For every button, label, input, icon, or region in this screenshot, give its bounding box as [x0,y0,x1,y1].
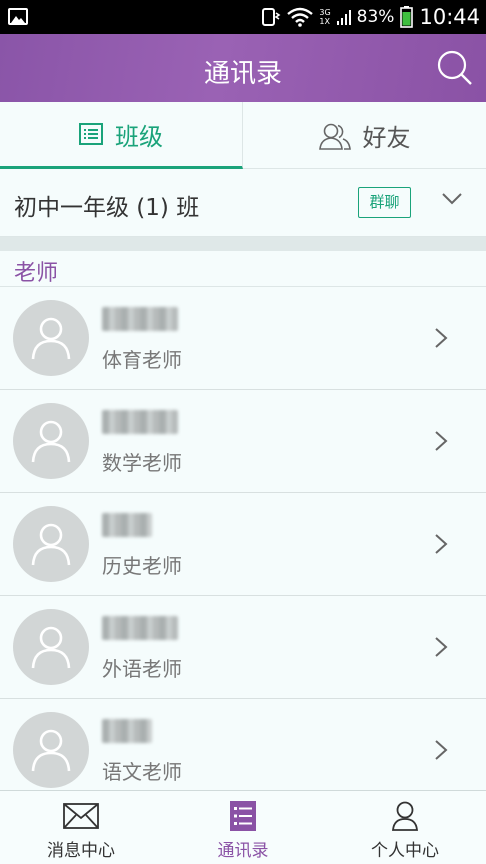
contact-name-redacted [102,307,178,331]
class-selector[interactable]: 初中一年级 (1) 班 群聊 [0,169,486,237]
contact-role: 体育老师 [102,348,182,372]
avatar [13,712,89,788]
section-title: 老师 [14,261,59,286]
vibrate-icon [262,8,281,26]
class-list-icon [79,123,103,145]
list-item[interactable]: 外语老师 [0,596,486,699]
app-header: 通讯录 [0,34,486,102]
network-sub-type: 1X [319,17,330,26]
contact-role: 语文老师 [102,760,182,784]
section-divider [0,237,486,251]
list-item[interactable]: 数学老师 [0,390,486,493]
tab-friends[interactable]: 好友 [243,102,486,169]
contact-role: 数学老师 [102,451,182,475]
list-item[interactable]: 语文老师 [0,699,486,802]
avatar [13,300,89,376]
person-icon [392,801,418,831]
wifi-icon [287,7,314,27]
nav-profile[interactable]: 个人中心 [324,791,486,864]
nav-messages[interactable]: 消息中心 [0,791,162,864]
network-indicator: 3G 1X [319,8,330,26]
nav-messages-label: 消息中心 [47,841,115,861]
avatar [13,609,89,685]
battery-percent: 83% [356,7,395,27]
user-placeholder-icon [31,729,71,772]
clock: 10:44 [419,5,480,29]
nav-contacts-label: 通讯录 [217,841,269,861]
nav-profile-label: 个人中心 [371,841,439,861]
avatar [13,403,89,479]
tab-class-label: 班级 [115,122,163,151]
search-button[interactable] [436,49,474,87]
mail-icon [63,803,99,829]
bottom-nav: 消息中心 通讯录 个人中心 [0,790,486,864]
battery-icon [400,6,414,28]
contact-name-redacted [102,410,178,434]
contact-tabs: 班级 好友 [0,102,486,169]
list-item[interactable]: 历史老师 [0,493,486,596]
friends-icon [318,123,351,150]
class-name: 初中一年级 (1) 班 [14,195,200,221]
user-placeholder-icon [31,317,71,360]
contact-role: 外语老师 [102,657,182,681]
status-bar: 3G 1X 83% 10:44 [0,0,486,34]
chevron-right-icon [435,534,448,554]
chevron-right-icon [435,637,448,657]
search-icon [437,50,472,85]
network-type: 3G [319,8,331,17]
user-placeholder-icon [31,523,71,566]
contact-name-redacted [102,616,178,640]
chevron-right-icon [435,431,448,451]
tab-friends-label: 好友 [362,124,411,152]
user-placeholder-icon [31,626,71,669]
list-item[interactable]: 体育老师 [0,287,486,390]
user-placeholder-icon [31,420,71,463]
contact-role: 历史老师 [102,554,182,578]
chevron-right-icon [435,740,448,760]
avatar [13,506,89,582]
gallery-notification-icon [8,8,28,25]
chevron-right-icon [435,328,448,348]
page-title: 通讯录 [203,59,282,89]
contact-name-redacted [102,719,152,743]
group-chat-button[interactable]: 群聊 [358,187,411,218]
signal-icon [336,10,351,25]
nav-contacts[interactable]: 通讯录 [162,791,324,864]
chevron-down-icon[interactable] [441,192,463,206]
section-header-teachers: 老师 [0,251,486,287]
contacts-list-icon [230,801,256,831]
tab-class[interactable]: 班级 [0,102,243,169]
contact-name-redacted [102,513,152,537]
contact-list: 体育老师 数学老师 历史老师 外语老师 语文老师 [0,287,486,802]
